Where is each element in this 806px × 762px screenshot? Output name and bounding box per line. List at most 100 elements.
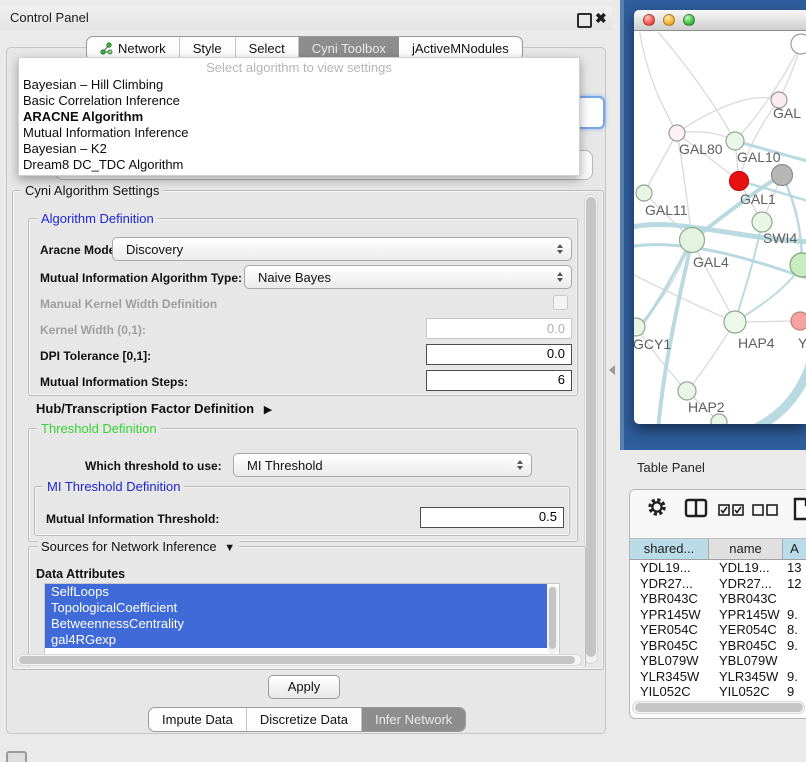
sources-title-text: Sources for Network Inference <box>41 539 217 554</box>
data-attributes-items: SelfLoopsTopologicalCoefficientBetweenne… <box>45 584 547 648</box>
table-column-header[interactable]: name <box>709 539 783 559</box>
table-row[interactable]: YBR045CYBR045C9. <box>630 638 806 654</box>
table-panel-title: Table Panel <box>637 458 705 478</box>
network-node-label: GAL1 <box>740 191 776 207</box>
network-edges <box>634 32 806 424</box>
algorithm-option[interactable]: Bayesian – Hill Climbing <box>19 77 579 93</box>
attributes-scrollbar[interactable] <box>547 585 558 654</box>
tab-infer-network[interactable]: Infer Network <box>362 708 465 731</box>
mi-steps-field[interactable]: 6 <box>426 370 572 391</box>
control-panel-titlebar: Control Panel <box>0 6 612 30</box>
table-row[interactable]: YDR27...YDR27...12 <box>630 576 806 592</box>
hub-definition-section[interactable]: Hub/Transcription Factor Definition ▶ <box>36 401 272 416</box>
table-row[interactable]: YER054CYER054C8. <box>630 622 806 638</box>
data-attribute-item[interactable]: gal4RGexp <box>45 632 547 648</box>
table-row[interactable]: YLR345WYLR345W9. <box>630 669 806 685</box>
table-cell: 9 <box>783 684 806 700</box>
table-row[interactable]: YBR043CYBR043C <box>630 591 806 607</box>
mi-threshold-field[interactable]: 0.5 <box>420 507 564 528</box>
attributes-scroll-thumb[interactable] <box>549 587 556 649</box>
data-attributes-list[interactable]: SelfLoopsTopologicalCoefficientBetweenne… <box>44 583 560 656</box>
minimize-window-icon[interactable] <box>663 14 675 26</box>
network-view-window[interactable]: GALGAL80GAL10GAL1GAL11SWI4GAL4GCY1HAP4YH… <box>634 10 806 424</box>
algorithm-option[interactable]: ARACNE Algorithm <box>19 109 579 125</box>
table-cell: YBL079W <box>630 653 709 669</box>
minimized-panel-icon[interactable] <box>6 751 27 762</box>
table-cell: YLR345W <box>630 669 709 685</box>
gear-icon[interactable] <box>646 496 668 523</box>
settings-vscroll-thumb[interactable] <box>586 197 596 657</box>
hub-definition-label: Hub/Transcription Factor Definition <box>36 401 254 416</box>
table-row[interactable]: YPR145WYPR145W9. <box>630 607 806 623</box>
network-node[interactable] <box>730 172 749 191</box>
network-labels: GALGAL80GAL10GAL1GAL11SWI4GAL4GCY1HAP4YH… <box>634 105 806 415</box>
network-node[interactable] <box>636 185 652 201</box>
table-column-header[interactable]: A <box>783 539 806 559</box>
dpi-tolerance-field[interactable]: 0.0 <box>426 344 572 365</box>
table-cell: YBL079W <box>709 653 783 669</box>
inference-algorithm-combobox-fragment[interactable] <box>576 96 605 129</box>
network-node[interactable] <box>678 382 696 400</box>
network-node-label: Y <box>798 335 806 351</box>
aracne-mode-combobox[interactable]: Discovery <box>112 237 572 261</box>
network-node[interactable] <box>726 132 744 150</box>
algorithm-option[interactable]: Bayesian – K2 <box>19 141 579 157</box>
network-node[interactable] <box>669 125 685 141</box>
network-node-label: GCY1 <box>634 336 671 352</box>
table-column-header[interactable]: shared... <box>630 539 709 559</box>
table-cell: 8. <box>783 622 806 638</box>
data-attribute-item[interactable]: TopologicalCoefficient <box>45 600 547 616</box>
network-node[interactable] <box>772 165 793 186</box>
column-browser-icon[interactable] <box>684 498 708 523</box>
zoom-window-icon[interactable] <box>683 14 695 26</box>
settings-horizontal-scrollbar[interactable] <box>16 654 582 666</box>
network-canvas[interactable]: GALGAL80GAL10GAL1GAL11SWI4GAL4GCY1HAP4YH… <box>634 32 806 424</box>
apply-button[interactable]: Apply <box>268 675 340 699</box>
table-toolbar <box>630 490 806 538</box>
network-node[interactable] <box>680 228 705 253</box>
select-all-columns-icon[interactable] <box>718 503 744 521</box>
tab-discretize-data[interactable]: Discretize Data <box>247 708 362 731</box>
which-threshold-label: Which threshold to use: <box>85 459 222 473</box>
deselect-all-columns-icon[interactable] <box>752 503 778 521</box>
tab-impute-data[interactable]: Impute Data <box>149 708 247 731</box>
algorithm-option[interactable]: Dream8 DC_TDC Algorithm <box>19 157 579 173</box>
settings-hscroll-thumb[interactable] <box>19 656 575 664</box>
manual-kernel-width-checkbox[interactable] <box>553 295 568 310</box>
mi-algorithm-type-combobox[interactable]: Naive Bayes <box>244 265 572 289</box>
table-row[interactable]: YIL052CYIL052C9 <box>630 684 806 700</box>
network-node[interactable] <box>791 34 806 54</box>
network-node-label: SWI4 <box>763 230 797 246</box>
which-threshold-combobox[interactable]: MI Threshold <box>233 453 532 477</box>
float-window-button[interactable] <box>577 13 592 28</box>
table-row[interactable]: YBL079WYBL079W <box>630 653 806 669</box>
table-row[interactable]: YDL19...YDL19...13 <box>630 560 806 576</box>
export-table-icon[interactable] <box>792 496 806 527</box>
table-cell: YER054C <box>709 622 783 638</box>
splitter-collapse-icon[interactable] <box>609 365 615 375</box>
data-attribute-item[interactable]: SelfLoops <box>45 584 547 600</box>
table-hscroll-thumb[interactable] <box>635 703 803 712</box>
network-node[interactable] <box>752 212 772 232</box>
table-cell: 9. <box>783 638 806 654</box>
network-window-titlebar[interactable] <box>634 10 806 31</box>
close-panel-button[interactable]: ✖ <box>595 6 607 30</box>
settings-vertical-scrollbar[interactable] <box>584 194 598 664</box>
kernel-width-label: Kernel Width (0,1): <box>40 323 146 337</box>
table-cell: YIL052C <box>630 684 709 700</box>
collapsed-arrow-icon[interactable]: ▶ <box>264 404 272 416</box>
network-node[interactable] <box>724 311 746 333</box>
table-cell: YBR045C <box>630 638 709 654</box>
algorithm-option[interactable]: Basic Correlation Inference <box>19 93 579 109</box>
algorithm-option[interactable]: Mutual Information Inference <box>19 125 579 141</box>
network-node-label: GAL10 <box>737 149 781 165</box>
network-node-label: HAP4 <box>738 335 775 351</box>
network-node[interactable] <box>791 312 806 330</box>
expanded-arrow-icon[interactable]: ▼ <box>224 542 235 554</box>
network-node-label: GAL4 <box>693 254 729 270</box>
data-attribute-item[interactable]: BetweennessCentrality <box>45 616 547 632</box>
network-node[interactable] <box>711 414 727 424</box>
close-window-icon[interactable] <box>643 14 655 26</box>
table-horizontal-scrollbar[interactable] <box>632 701 805 714</box>
kernel-width-field[interactable]: 0.0 <box>426 318 572 339</box>
